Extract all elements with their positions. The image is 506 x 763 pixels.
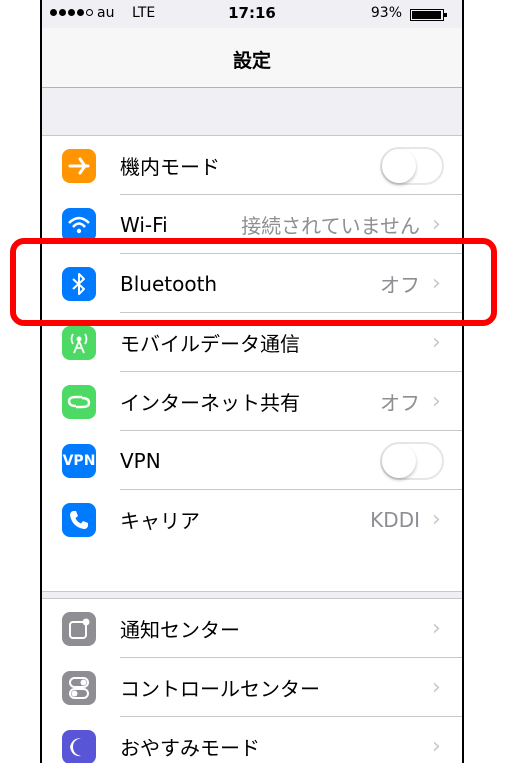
notification-settings-group: 通知センター › コントロールセンター › おやすみモード › <box>42 598 462 763</box>
notification-center-icon <box>62 611 96 646</box>
control-center-icon <box>62 670 96 705</box>
chevron-right-icon: › <box>432 616 441 641</box>
navigation-bar: 設定 <box>42 28 462 88</box>
chevron-right-icon: › <box>432 734 441 759</box>
battery-percent: 93% <box>370 5 402 21</box>
antenna-icon <box>62 325 96 360</box>
chevron-right-icon: › <box>432 675 441 700</box>
vpn-row[interactable]: VPN VPN <box>42 431 462 490</box>
battery-icon <box>410 9 447 21</box>
chevron-right-icon: › <box>432 389 441 414</box>
carrier-row[interactable]: キャリア KDDI › <box>42 490 462 549</box>
wifi-icon <box>62 207 96 242</box>
chevron-right-icon: › <box>432 212 441 237</box>
mobile-data-label: モバイルデータ通信 <box>120 332 300 356</box>
chevron-right-icon: › <box>432 507 441 532</box>
carrier-value: KDDI <box>370 507 420 532</box>
internet-sharing-row[interactable]: インターネット共有 オフ › <box>42 372 462 431</box>
phone-icon <box>62 502 96 537</box>
airplane-icon <box>62 148 96 183</box>
control-center-label: コントロールセンター <box>120 677 320 701</box>
chevron-right-icon: › <box>432 330 441 355</box>
vpn-toggle[interactable] <box>380 441 444 480</box>
vpn-label: VPN <box>120 448 161 473</box>
notification-center-label: 通知センター <box>120 618 240 642</box>
airplane-mode-row[interactable]: 機内モード <box>42 136 462 195</box>
carrier-label: キャリア <box>120 509 200 533</box>
hotspot-icon <box>62 384 96 419</box>
wifi-label: Wi-Fi <box>120 212 168 237</box>
moon-icon <box>62 729 96 763</box>
wifi-status: 接続されていません <box>241 214 420 238</box>
settings-screen: au LTE 17:16 93% 設定 機内モード Wi-Fi 接続されていませ… <box>40 0 464 763</box>
internet-sharing-status: オフ <box>380 391 420 415</box>
notification-center-row[interactable]: 通知センター › <box>42 599 462 658</box>
connectivity-settings-group: 機内モード Wi-Fi 接続されていません › Bluetooth オフ › モ… <box>42 135 462 592</box>
internet-sharing-label: インターネット共有 <box>120 391 300 415</box>
airplane-mode-label: 機内モード <box>120 155 220 179</box>
do-not-disturb-row[interactable]: おやすみモード › <box>42 717 462 763</box>
status-bar: au LTE 17:16 93% <box>42 0 462 28</box>
control-center-row[interactable]: コントロールセンター › <box>42 658 462 717</box>
airplane-mode-toggle[interactable] <box>380 146 444 185</box>
page-title: 設定 <box>232 50 271 72</box>
do-not-disturb-label: おやすみモード <box>120 736 260 760</box>
bluetooth-highlight-box <box>10 238 497 326</box>
vpn-icon: VPN <box>62 443 96 478</box>
